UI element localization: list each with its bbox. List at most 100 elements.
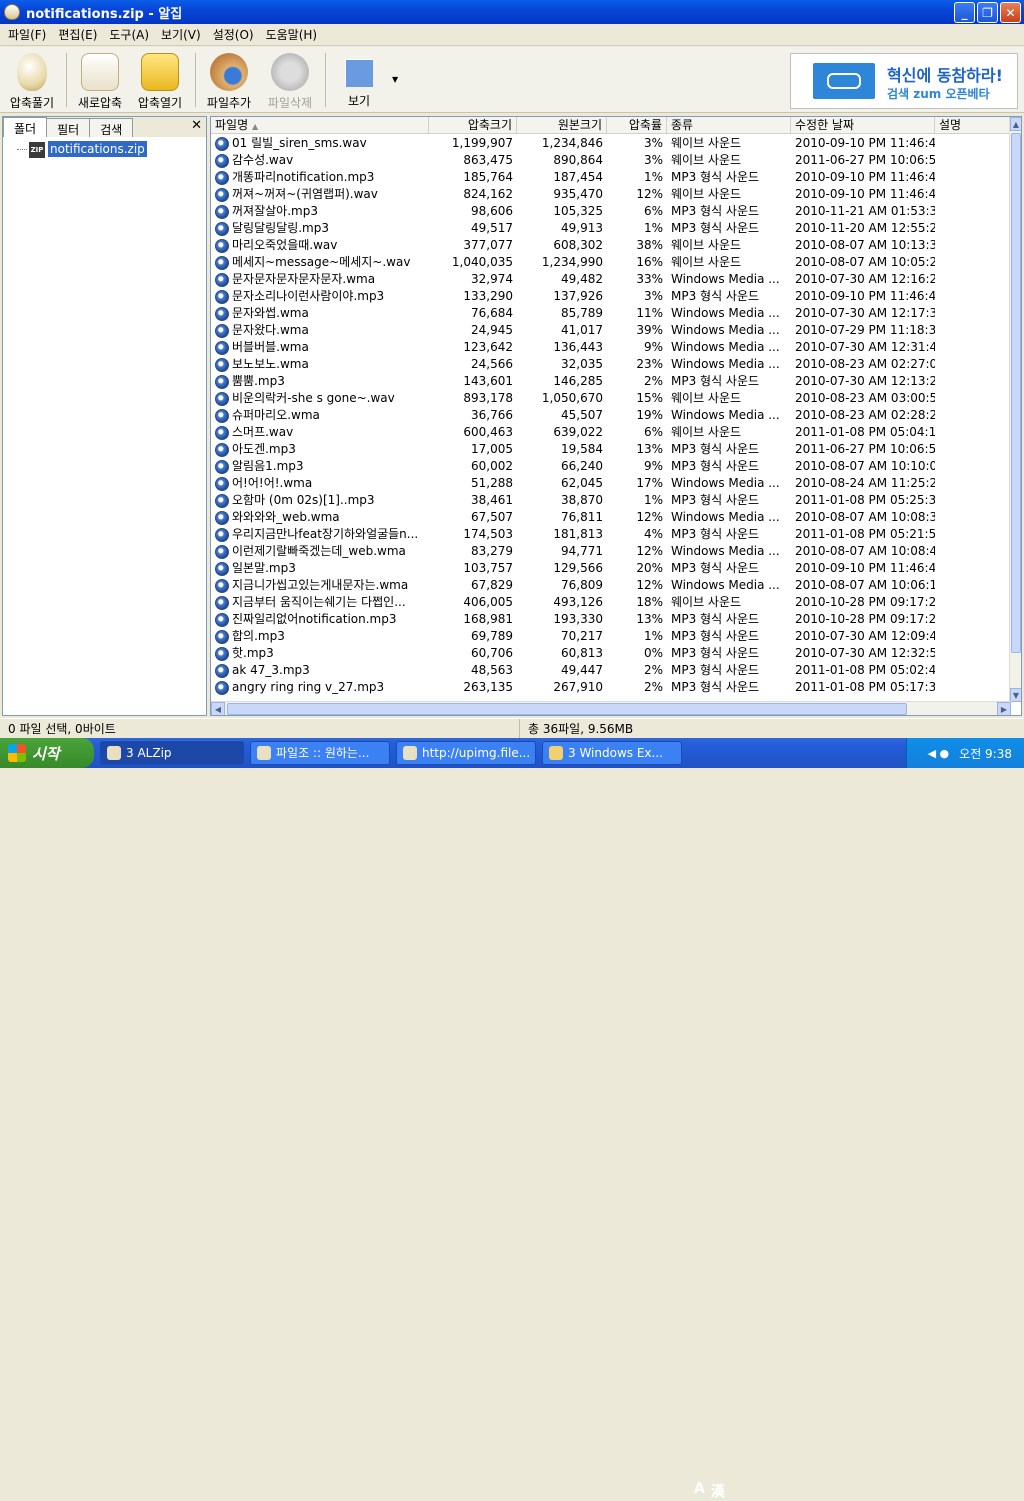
table-row[interactable]: 마리오죽었을때.wav 377,077 608,302 38% 웨이브 사운드 2010-… — [211, 237, 1011, 254]
tab-search[interactable]: 검색 — [89, 118, 134, 137]
table-row[interactable]: 보노보노.wma 24,566 32,035 23% Windows Media ...… — [211, 356, 1011, 373]
task-browser-2[interactable]: http://upimg.file... — [396, 741, 536, 765]
table-row[interactable]: 지금니가씹고있는게내문자는.wma 67,829 76,809 12% Windows … — [211, 577, 1011, 594]
table-row[interactable]: 꺼져~꺼져~(귀염랩퍼).wav 824,162 935,470 12% 웨이브 사운드… — [211, 186, 1011, 203]
table-row[interactable]: 문자소리나이런사람이야.mp3 133,290 137,926 3% MP3 형식 사운… — [211, 288, 1011, 305]
minimize-button[interactable]: _ — [954, 2, 975, 23]
original-size: 76,809 — [561, 578, 603, 592]
ime-hanja[interactable]: 漢 — [711, 1481, 725, 1501]
menu-bar: 파일(F) 편집(E) 도구(A) 보기(V) 설정(O) 도움말(H) — [0, 24, 1024, 46]
compression-ratio: 9% — [643, 340, 663, 354]
table-row[interactable]: ak 47_3.mp3 48,563 49,447 2% MP3 형식 사운드 2011-… — [211, 662, 1011, 679]
new-archive-button[interactable]: 새로압축 — [68, 51, 132, 111]
table-row[interactable]: 01 릴빌_siren_sms.wav 1,199,907 1,234,846 3% 웨… — [211, 135, 1011, 152]
close-pane-icon[interactable]: ✕ — [191, 118, 202, 133]
horizontal-scroll-thumb[interactable] — [227, 703, 907, 715]
file-name: 달링달링달링.mp3 — [211, 220, 429, 237]
compression-ratio: 9% — [643, 459, 663, 473]
compression-ratio: 12% — [636, 578, 663, 592]
table-row[interactable]: 개똥파리notification.mp3 185,764 187,454 1% MP3 … — [211, 169, 1011, 186]
menu-settings[interactable]: 설정(O) — [207, 26, 260, 43]
scroll-left-icon[interactable]: ◀ — [211, 702, 225, 715]
table-row[interactable]: 스머프.wav 600,463 639,022 6% 웨이브 사운드 2011-01-08… — [211, 424, 1011, 441]
scroll-right-icon[interactable]: ▶ — [997, 702, 1011, 715]
col-original-size[interactable]: 원본크기 — [517, 117, 607, 134]
table-row[interactable]: 이런제기랄빠죽겠는데_web.wma 83,279 94,771 12% Windows… — [211, 543, 1011, 560]
original-size: 136,443 — [553, 340, 603, 354]
compressed-size: 123,642 — [463, 340, 513, 354]
window-title: notifications.zip - 알집 — [26, 6, 183, 22]
menu-file[interactable]: 파일(F) — [2, 26, 52, 43]
table-row[interactable]: 와와와와_web.wma 67,507 76,811 12% Windows Media… — [211, 509, 1011, 526]
table-row[interactable]: 슈퍼마리오.wma 36,766 45,507 19% Windows Media ..… — [211, 407, 1011, 424]
view-dropdown-arrow-icon[interactable]: ▼ — [392, 75, 398, 84]
task-explorer[interactable]: 3 Windows Ex... — [542, 741, 682, 765]
table-row[interactable]: 어!어!어!.wma 51,288 62,045 17% Windows Media .… — [211, 475, 1011, 492]
col-description[interactable]: 설명 — [935, 117, 1011, 134]
scroll-up-icon[interactable]: ▲ — [1010, 117, 1021, 131]
table-row[interactable]: 비운의락커-she s gone~.wav 893,178 1,050,670 15%… — [211, 390, 1011, 407]
table-row[interactable]: 꺼져잘살아.mp3 98,606 105,325 6% MP3 형식 사운드 2010-1… — [211, 203, 1011, 220]
vertical-scroll-thumb[interactable] — [1011, 133, 1021, 653]
table-row[interactable]: 달링달링달링.mp3 49,517 49,913 1% MP3 형식 사운드 2010-1… — [211, 220, 1011, 237]
clock[interactable]: 오전 9:38 — [959, 745, 1012, 762]
tab-folder[interactable]: 폴더 — [3, 117, 48, 137]
menu-view[interactable]: 보기(V) — [155, 26, 207, 43]
table-row[interactable]: 버블버블.wma 123,642 136,443 9% Windows Media ..… — [211, 339, 1011, 356]
table-row[interactable]: 우리지금만나feat장기하와얼굴들n... 174,503 181,813 4% MP3… — [211, 526, 1011, 543]
menu-edit[interactable]: 편집(E) — [52, 26, 103, 43]
table-row[interactable]: 핫.mp3 60,706 60,813 0% MP3 형식 사운드 2010-07-30 … — [211, 645, 1011, 662]
compressed-size: 49,517 — [471, 221, 513, 235]
close-button[interactable]: ✕ — [1000, 2, 1021, 23]
file-type: MP3 형식 사운드 — [671, 493, 760, 507]
col-ratio[interactable]: 압축률 — [607, 117, 667, 134]
table-row[interactable]: 아도겐.mp3 17,005 19,584 13% MP3 형식 사운드 2011-06-… — [211, 441, 1011, 458]
view-button[interactable]: 보기 — [327, 51, 391, 111]
table-row[interactable]: 문자왔다.wma 24,945 41,017 39% Windows Media ...… — [211, 322, 1011, 339]
restore-button[interactable]: ❐ — [977, 2, 998, 23]
ime-bar[interactable]: A 漢 — [694, 1481, 725, 1501]
task-alzip[interactable]: 3 ALZip — [100, 741, 244, 765]
menu-help[interactable]: 도움말(H) — [260, 26, 324, 43]
table-row[interactable]: 감수성.wav 863,475 890,864 3% 웨이브 사운드 2011-06-27… — [211, 152, 1011, 169]
file-name: 마리오죽었을때.wav — [211, 237, 429, 254]
col-filename[interactable]: 파일명 ▲ — [211, 117, 429, 134]
ad-banner[interactable]: 혁신에 동참하라! 검색 zum 오픈베타 — [790, 53, 1018, 109]
table-row[interactable]: 합의.mp3 69,789 70,217 1% MP3 형식 사운드 2010-07-30… — [211, 628, 1011, 645]
folder-tree: ZIP notifications.zip — [3, 137, 206, 715]
menu-tools[interactable]: 도구(A) — [103, 26, 155, 43]
audio-file-icon — [215, 663, 229, 678]
table-row[interactable]: 메세지~message~메세지~.wav 1,040,035 1,234,990 16… — [211, 254, 1011, 271]
open-archive-button[interactable]: 압축열기 — [128, 51, 192, 111]
table-row[interactable]: 문자와썹.wma 76,684 85,789 11% Windows Media ...… — [211, 305, 1011, 322]
scroll-down-icon[interactable]: ▼ — [1010, 688, 1021, 702]
table-row[interactable]: 뿜뿜.mp3 143,601 146,285 2% MP3 형식 사운드 2010-07-… — [211, 373, 1011, 390]
tray-icons[interactable]: ◀ ● — [928, 747, 950, 760]
table-row[interactable]: 알림음1.mp3 60,002 66,240 9% MP3 형식 사운드 2010-08-… — [211, 458, 1011, 475]
delete-files-button[interactable]: 파일삭제 — [258, 51, 322, 111]
table-row[interactable]: 오함마 (0m 02s)[1]..mp3 38,461 38,870 1% MP3 형식… — [211, 492, 1011, 509]
col-modified[interactable]: 수정한 날짜 — [791, 117, 935, 134]
tree-node-archive[interactable]: notifications.zip — [48, 141, 147, 157]
add-files-button[interactable]: 파일추가 — [197, 51, 261, 111]
start-button[interactable]: 시작 — [0, 738, 94, 768]
col-type[interactable]: 종류 — [667, 117, 791, 134]
table-row[interactable]: 지금부터 움직이는쉐기는 다쩝인... 406,005 493,126 18% 웨이브 … — [211, 594, 1011, 611]
modified-date: 2010-08-23 AM 03:00:50 — [795, 391, 935, 405]
table-row[interactable]: angry ring ring v_27.mp3 263,135 267,910 2%… — [211, 679, 1011, 696]
extract-button[interactable]: 압축풀기 — [0, 51, 64, 111]
col-compressed-size[interactable]: 압축크기 — [429, 117, 517, 134]
tab-filter[interactable]: 필터 — [46, 118, 91, 137]
table-row[interactable]: 일본말.mp3 103,757 129,566 20% MP3 형식 사운드 2010-0… — [211, 560, 1011, 577]
table-row[interactable]: 문자문자문자문자문자.wma 32,974 49,482 33% Windows Med… — [211, 271, 1011, 288]
table-row[interactable]: 진짜일리없어notification.mp3 168,981 193,330 13% M… — [211, 611, 1011, 628]
task-browser-1[interactable]: 파일조 :: 원하는... — [250, 741, 390, 765]
file-name: 오함마 (0m 02s)[1]..mp3 — [211, 492, 429, 509]
compressed-size: 17,005 — [471, 442, 513, 456]
horizontal-scrollbar[interactable]: ◀ ▶ — [211, 701, 1011, 715]
vertical-scrollbar[interactable]: ▲ ▼ — [1009, 117, 1021, 702]
original-size: 1,234,846 — [541, 136, 603, 150]
file-name: 아도겐.mp3 — [211, 441, 429, 458]
file-rows: 01 릴빌_siren_sms.wav 1,199,907 1,234,846 3% 웨… — [211, 135, 1011, 702]
ime-mode[interactable]: A — [694, 1481, 705, 1501]
